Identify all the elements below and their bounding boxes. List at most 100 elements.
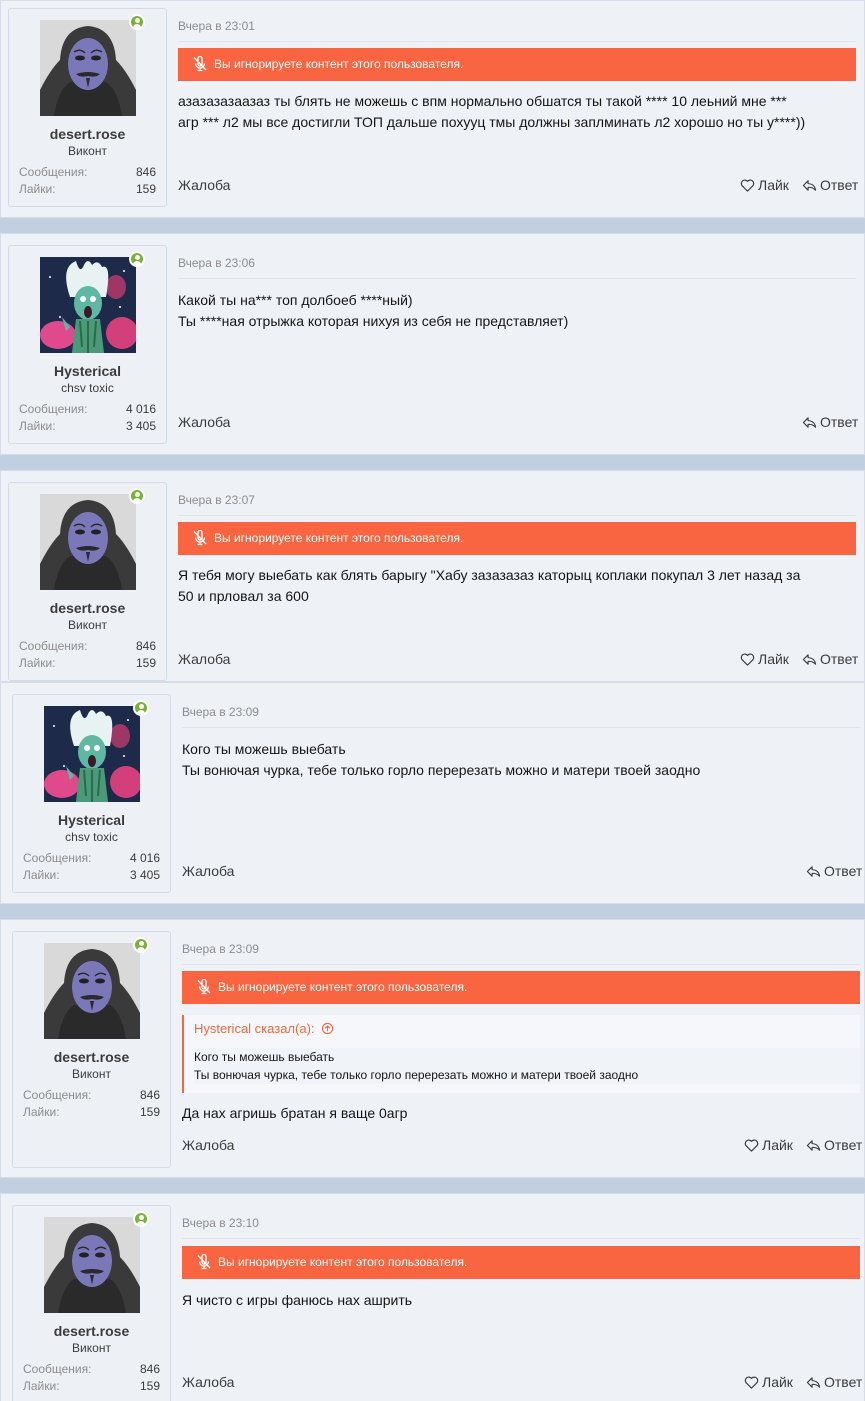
report-link[interactable]: Жалоба [182, 1137, 234, 1153]
stat-label: Сообщения: [19, 165, 88, 179]
divider [182, 727, 860, 728]
report-link[interactable]: Жалоба [178, 177, 230, 193]
username[interactable]: desert.rose [9, 600, 166, 616]
avatar[interactable] [40, 20, 136, 116]
stat-label: Сообщения: [23, 851, 92, 865]
reply-arrow-icon [802, 415, 817, 430]
stat-label: Лайки: [19, 419, 56, 433]
stat-value: 159 [135, 182, 156, 196]
stat-value: 846 [139, 1088, 160, 1102]
heart-icon [744, 1138, 759, 1153]
quote-content: Кого ты можешь выебать Ты вонючая чурка,… [194, 1048, 860, 1084]
like-button[interactable]: Лайк [744, 1374, 793, 1390]
username[interactable]: Hysterical [13, 812, 170, 828]
like-button[interactable]: Лайк [744, 1137, 793, 1153]
stat-messages: Сообщения: 4 016 [23, 851, 160, 867]
reply-button[interactable]: Ответ [802, 177, 858, 193]
username[interactable]: desert.rose [13, 1049, 170, 1065]
message-line: Кого ты можешь выебать [182, 741, 346, 757]
heart-icon [740, 178, 755, 193]
reply-button[interactable]: Ответ [806, 863, 862, 879]
message-line: Я чисто с игры фанюсь нах ашрить [182, 1292, 413, 1308]
message-line: 50 и прловал за 600 [178, 588, 309, 604]
post-date[interactable]: Вчера в 23:09 [182, 942, 259, 956]
post: Hysterical chsv toxic Сообщения: 4 016 Ла… [0, 682, 865, 904]
avatar[interactable] [44, 943, 140, 1039]
reply-label: Ответ [824, 1137, 863, 1153]
reply-button[interactable]: Ответ [802, 414, 858, 430]
reply-arrow-icon [802, 652, 817, 667]
reply-label: Ответ [820, 177, 859, 193]
like-button[interactable]: Лайк [740, 651, 789, 667]
reply-button[interactable]: Ответ [802, 651, 858, 667]
stat-likes: Лайки: 159 [23, 1379, 160, 1395]
user-card: desert.rose Виконт Сообщения: 846 Лайки: 1… [12, 1205, 171, 1401]
stat-messages: Сообщения: 4 016 [19, 402, 156, 418]
message-body: Я чисто с игры фанюсь нах ашрить [182, 1290, 862, 1311]
report-link[interactable]: Жалоба [182, 1374, 234, 1390]
stat-label: Лайки: [19, 182, 56, 196]
divider [182, 964, 860, 965]
reply-button[interactable]: Ответ [806, 1137, 862, 1153]
avatar[interactable] [44, 706, 140, 802]
quote-line: Кого ты можешь выебать [194, 1050, 335, 1064]
quote-author-link[interactable]: Hysterical сказал(а): [194, 1021, 334, 1036]
username[interactable]: desert.rose [9, 126, 166, 142]
arrow-up-circle-icon [321, 1022, 334, 1035]
avatar[interactable] [40, 257, 136, 353]
ignored-notice-text: Вы игнорируете контент этого пользовател… [218, 1255, 468, 1269]
user-card: desert.rose Виконт Сообщения: 846 Лайки: 1… [8, 482, 167, 681]
user-card: Hysterical chsv toxic Сообщения: 4 016 Ла… [12, 694, 171, 893]
post-date[interactable]: Вчера в 23:09 [182, 705, 259, 719]
message-line: Какой ты на*** топ долбоеб ****ный) [178, 292, 413, 308]
user-title: Виконт [68, 618, 107, 632]
stat-likes: Лайки: 3 405 [23, 868, 160, 884]
stat-likes: Лайки: 3 405 [19, 419, 156, 435]
post-date[interactable]: Вчера в 23:06 [178, 256, 255, 270]
message-body: азазазазаазаз ты блять не можешь с впм н… [178, 91, 858, 133]
user-card: desert.rose Виконт Сообщения: 846 Лайки: 1… [8, 8, 167, 207]
post-date[interactable]: Вчера в 23:01 [178, 19, 255, 33]
heart-icon [740, 652, 755, 667]
divider [178, 278, 856, 279]
avatar[interactable] [40, 494, 136, 590]
ignored-notice-text: Вы игнорируете контент этого пользовател… [214, 57, 464, 71]
muted-speaker-icon [196, 1254, 212, 1270]
report-link[interactable]: Жалоба [178, 414, 230, 430]
stat-value: 846 [135, 165, 156, 179]
report-link[interactable]: Жалоба [178, 651, 230, 667]
username[interactable]: Hysterical [9, 363, 166, 379]
username[interactable]: desert.rose [13, 1323, 170, 1339]
online-user-icon [133, 700, 149, 716]
stat-likes: Лайки: 159 [19, 656, 156, 672]
report-link[interactable]: Жалоба [182, 863, 234, 879]
quote-block: Hysterical сказал(а): Кого ты можешь вые… [182, 1015, 860, 1093]
message-line: Ты вонючая чурка, тебе только горло пере… [182, 762, 701, 778]
post-date[interactable]: Вчера в 23:10 [182, 1216, 259, 1230]
online-user-icon [133, 937, 149, 953]
divider [178, 515, 856, 516]
avatar[interactable] [44, 1217, 140, 1313]
reply-arrow-icon [806, 1138, 821, 1153]
muted-speaker-icon [196, 979, 212, 995]
ignored-notice: Вы игнорируете контент этого пользовател… [182, 1246, 860, 1279]
ignored-notice: Вы игнорируете контент этого пользовател… [178, 48, 856, 81]
message-body: Да нах агришь братан я ваще 0агр [182, 1103, 862, 1124]
message-line: агр *** л2 мы все достигли ТОП дальше по… [178, 114, 806, 130]
message-body: Кого ты можешь выебать Ты вонючая чурка,… [182, 739, 862, 781]
stat-messages: Сообщения: 846 [23, 1362, 160, 1378]
like-button[interactable]: Лайк [740, 177, 789, 193]
user-title: chsv toxic [61, 381, 114, 395]
post-date[interactable]: Вчера в 23:07 [178, 493, 255, 507]
message-body: Какой ты на*** топ долбоеб ****ный) Ты *… [178, 290, 858, 332]
reply-button[interactable]: Ответ [806, 1374, 862, 1390]
user-title: Виконт [68, 144, 107, 158]
reply-arrow-icon [802, 178, 817, 193]
message-line: Я тебя могу выебать как блять барыгу "Ха… [178, 567, 801, 583]
reply-arrow-icon [806, 1375, 821, 1390]
stat-label: Сообщения: [23, 1362, 92, 1376]
message-line: Да нах агришь братан я ваще 0агр [182, 1105, 408, 1121]
stat-likes: Лайки: 159 [23, 1105, 160, 1121]
stat-label: Лайки: [23, 868, 60, 882]
user-card: Hysterical chsv toxic Сообщения: 4 016 Ла… [8, 245, 167, 444]
